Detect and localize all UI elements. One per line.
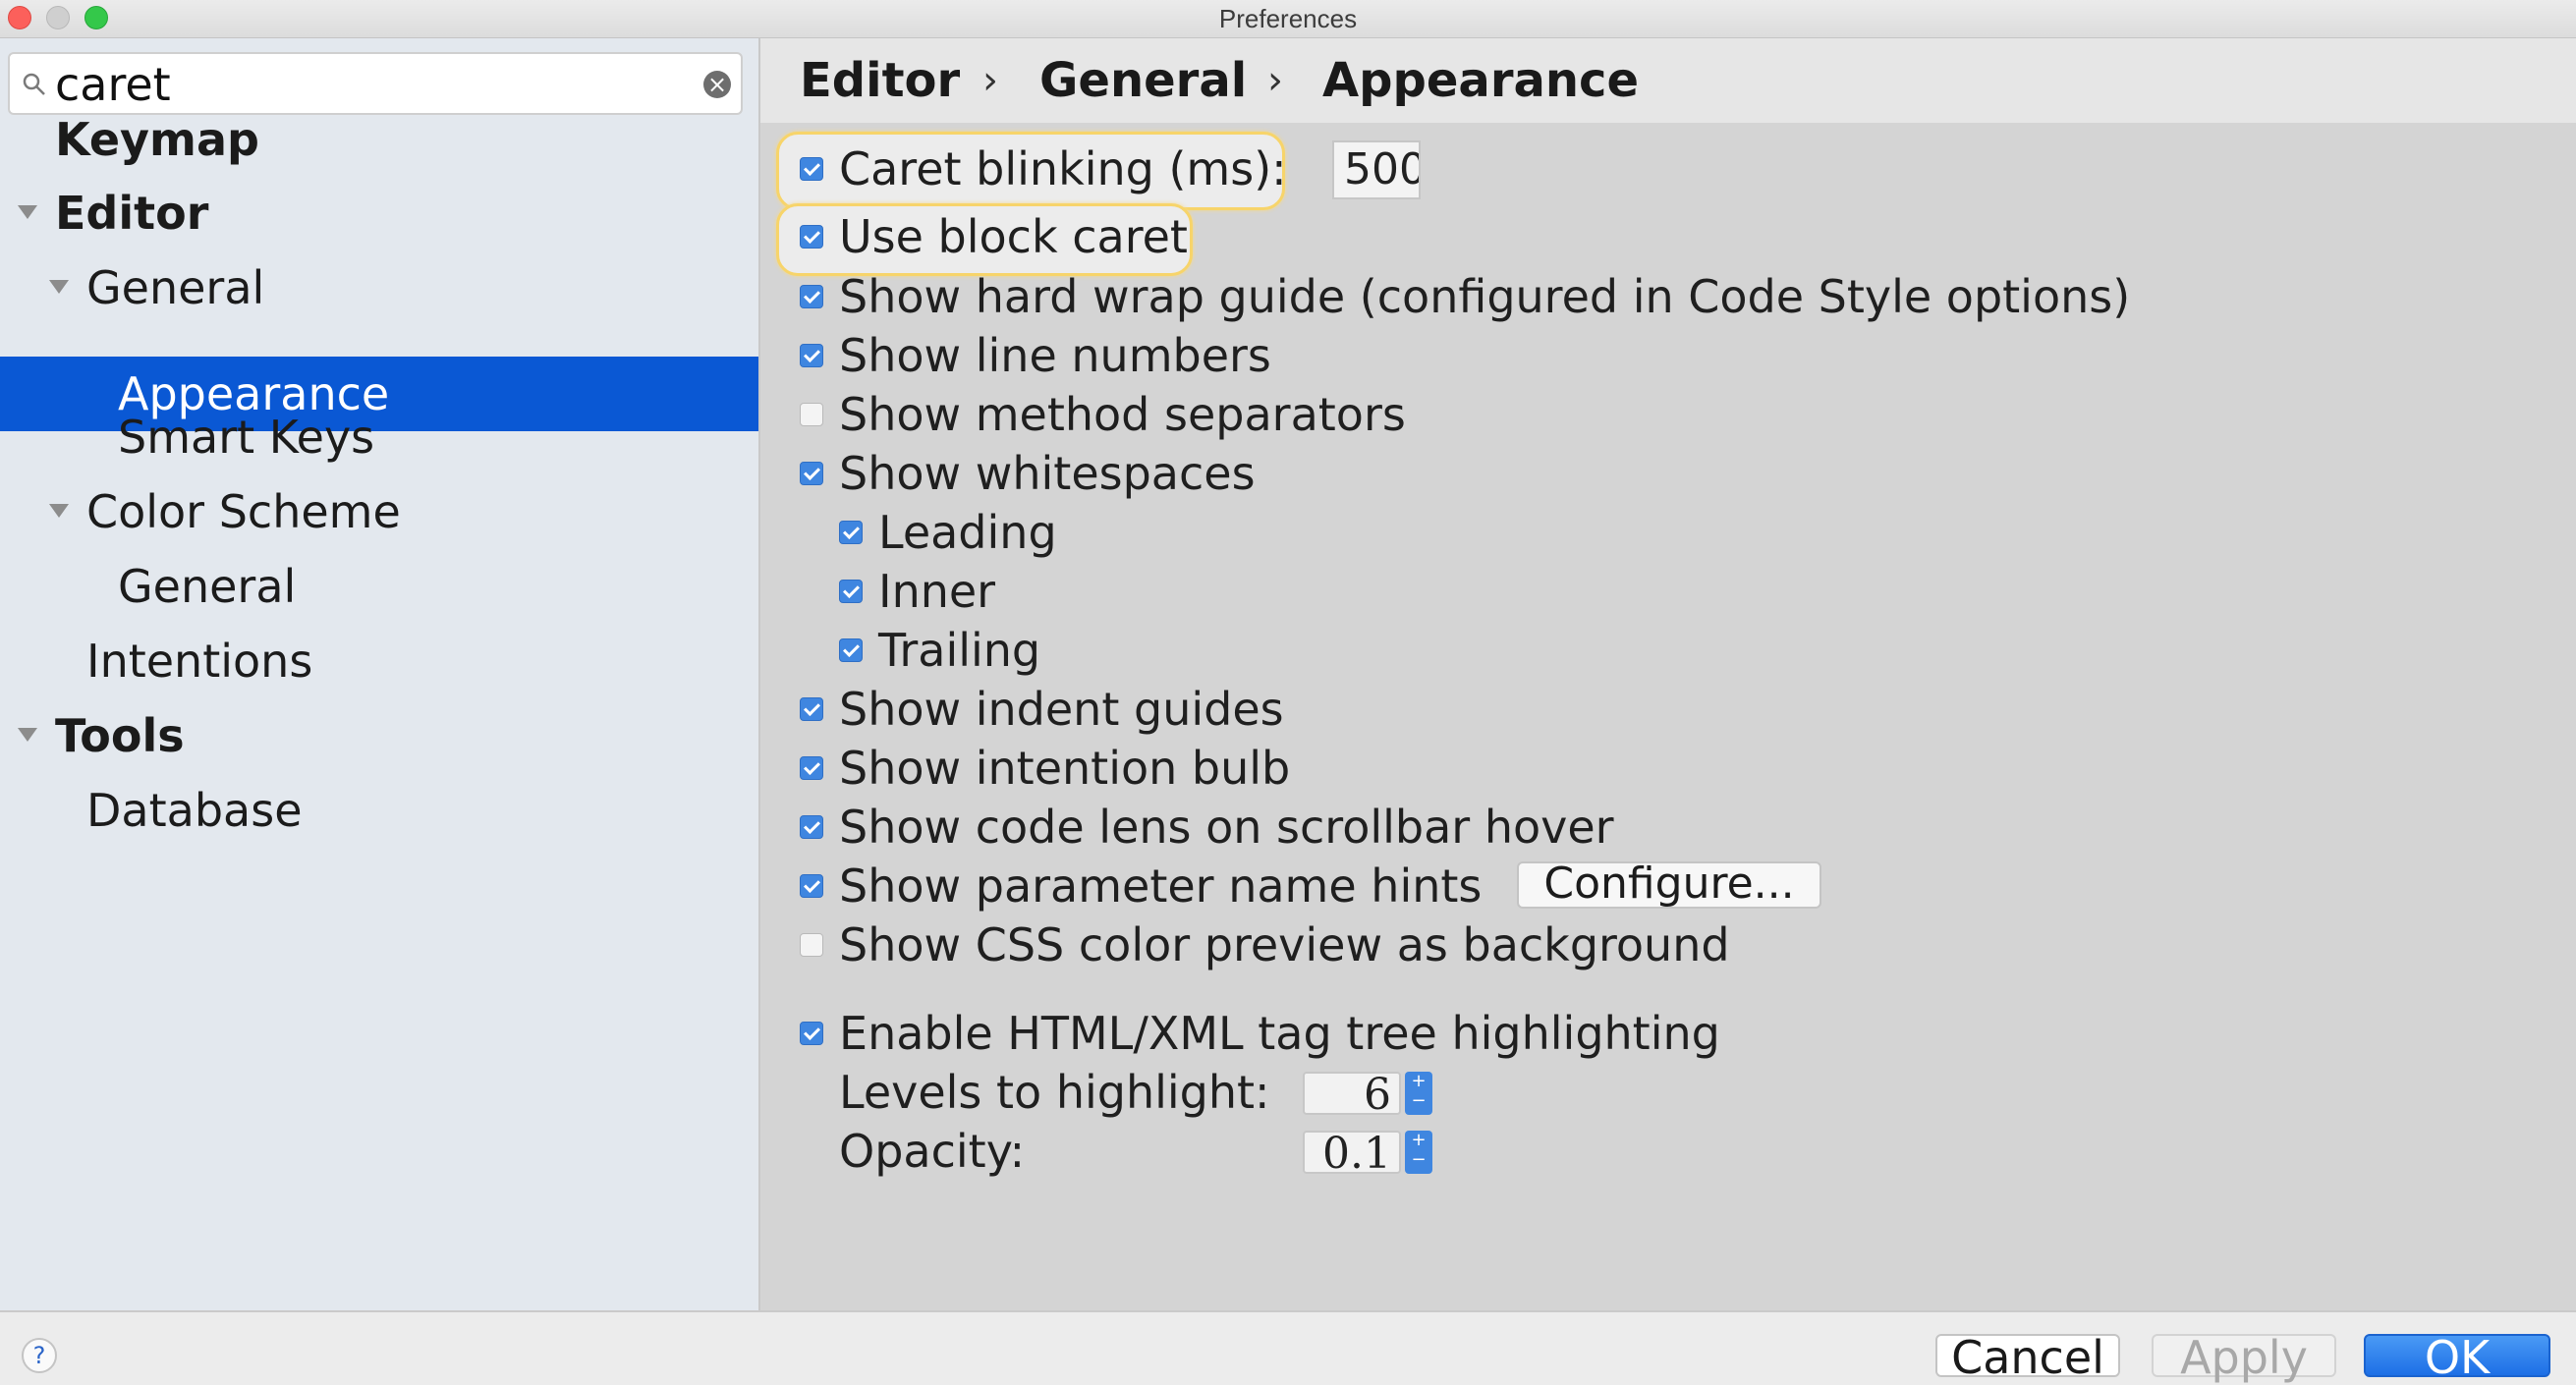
method-separators-label: Show method separators [839, 388, 1406, 441]
tree-item-general[interactable]: General [0, 250, 758, 325]
expand-arrow-icon[interactable] [49, 280, 69, 294]
expand-arrow-icon[interactable] [49, 504, 69, 518]
tree-item-label: Intentions [86, 635, 313, 688]
code-lens-label: Show code lens on scrollbar hover [839, 801, 1614, 854]
apply-button[interactable]: Apply [2152, 1334, 2336, 1380]
code-lens-checkbox[interactable] [800, 815, 823, 839]
tree-item-color-scheme[interactable]: Color Scheme [0, 474, 758, 549]
line-numbers-checkbox[interactable] [800, 344, 823, 367]
tag-tree-highlighting-checkbox[interactable] [800, 1022, 823, 1045]
whitespaces-checkbox[interactable] [800, 462, 823, 485]
tree-item-label: Smart Keys [118, 411, 375, 464]
leading-checkbox[interactable] [839, 521, 863, 544]
indent-guides-checkbox[interactable] [800, 697, 823, 721]
expand-arrow-icon[interactable] [18, 728, 37, 742]
indent-guides-label: Show indent guides [839, 683, 1284, 736]
title-bar: Preferences [0, 0, 2576, 38]
line-numbers-label: Show line numbers [839, 329, 1271, 382]
intention-bulb-checkbox[interactable] [800, 756, 823, 780]
tree-item-smart-keys[interactable]: Smart Keys [0, 400, 758, 474]
caret-blinking-label: Caret blinking (ms): [839, 142, 1287, 195]
whitespaces-label: Show whitespaces [839, 447, 1256, 500]
css-color-preview-checkbox[interactable] [800, 933, 823, 957]
tree-item-label: Color Scheme [86, 485, 401, 538]
tree-item-editor[interactable]: Editor [0, 176, 758, 250]
tree-item-database[interactable]: Database [0, 773, 758, 848]
opacity-input[interactable]: 0.1 [1303, 1131, 1401, 1176]
levels-to-highlight-input[interactable]: 6 [1303, 1072, 1401, 1117]
ok-button[interactable]: OK [2364, 1334, 2550, 1380]
tree-item-intentions[interactable]: Intentions [0, 624, 758, 698]
breadcrumb-item[interactable]: Editor [800, 38, 960, 123]
levels-stepper-icon[interactable]: + − [1405, 1072, 1432, 1115]
tag-tree-highlighting-label: Enable HTML/XML tag tree highlighting [839, 1007, 1720, 1060]
tree-item-label: General [118, 560, 297, 613]
help-icon[interactable]: ? [22, 1338, 57, 1373]
block-caret-checkbox[interactable] [800, 225, 823, 249]
tree-item-label: Editor [55, 187, 209, 240]
hard-wrap-guide-checkbox[interactable] [800, 285, 823, 308]
breadcrumb-separator-icon: › [1267, 58, 1283, 103]
configure-button[interactable]: Configure... [1517, 861, 1821, 909]
method-separators-checkbox[interactable] [800, 403, 823, 426]
breadcrumb: Editor › General › Appearance [760, 38, 2576, 123]
settings-content-panel: Editor › General › Appearance Caret blin… [760, 38, 2576, 1310]
css-color-preview-label: Show CSS color preview as background [839, 918, 1730, 971]
parameter-hints-checkbox[interactable] [800, 874, 823, 898]
intention-bulb-label: Show intention bulb [839, 742, 1291, 795]
hard-wrap-guide-label: Show hard wrap guide (configured in Code… [839, 270, 2131, 323]
caret-blinking-checkbox[interactable] [800, 157, 823, 181]
cancel-button[interactable]: Cancel [1935, 1334, 2120, 1380]
tree-item-label: Tools [55, 709, 185, 762]
tree-item-color-scheme-general[interactable]: General [0, 549, 758, 624]
tree-item-label: Database [86, 784, 303, 837]
clear-search-icon[interactable]: × [703, 71, 731, 98]
window-title: Preferences [1218, 4, 1358, 33]
caret-blinking-input[interactable]: 500 [1332, 140, 1421, 199]
trailing-checkbox[interactable] [839, 638, 863, 662]
parameter-hints-label: Show parameter name hints [839, 859, 1483, 913]
inner-checkbox[interactable] [839, 580, 863, 603]
leading-label: Leading [878, 506, 1057, 559]
tree-item-tools[interactable]: Tools [0, 698, 758, 773]
settings-sidebar: × Keymap Editor General Appearance Smart… [0, 38, 760, 1310]
tree-item-label: General [86, 261, 265, 314]
tree-item-label: Keymap [55, 113, 259, 166]
breadcrumb-item: Appearance [1322, 53, 1640, 108]
trailing-label: Trailing [878, 624, 1041, 677]
preferences-window: Preferences × Keymap Editor General Appe… [0, 0, 2576, 1385]
opacity-label: Opacity: [839, 1125, 1026, 1178]
opacity-stepper-icon[interactable]: + − [1405, 1131, 1432, 1174]
inner-label: Inner [878, 565, 996, 618]
expand-arrow-icon[interactable] [18, 205, 37, 219]
breadcrumb-separator-icon: › [982, 58, 998, 103]
tree-item-keymap[interactable]: Keymap [0, 102, 758, 177]
breadcrumb-item[interactable]: General [1039, 38, 1247, 123]
dialog-footer: ? Cancel Apply OK [0, 1310, 2576, 1385]
block-caret-label: Use block caret [839, 210, 1188, 263]
levels-to-highlight-label: Levels to highlight: [839, 1066, 1270, 1119]
search-icon [23, 73, 45, 95]
